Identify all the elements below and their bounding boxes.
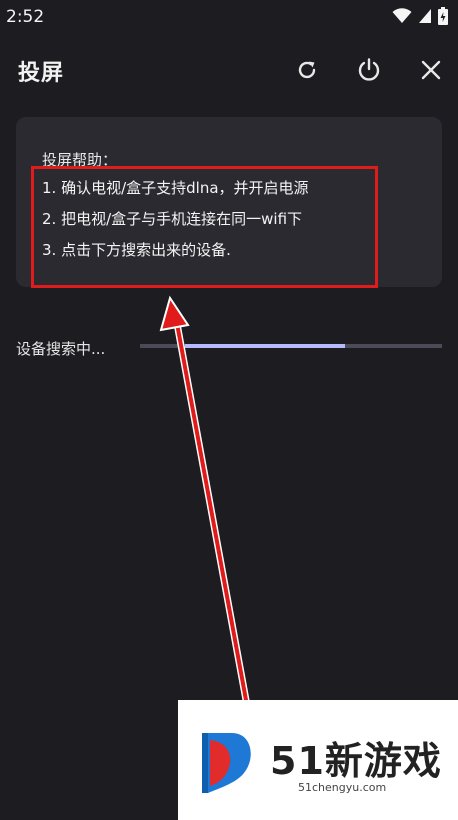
status-icons [392, 7, 448, 25]
watermark-site: 51chengyu.com [298, 781, 387, 794]
power-icon [358, 58, 380, 81]
search-status-label: 设备搜索中... [16, 340, 106, 358]
no-sim-icon [418, 8, 432, 24]
refresh-icon [298, 61, 316, 79]
highlight-annotation-box [31, 166, 378, 288]
close-button[interactable] [416, 55, 446, 85]
refresh-button[interactable] [292, 55, 322, 85]
battery-charging-icon [438, 7, 448, 25]
watermark-brand: 51新游戏 [270, 739, 442, 783]
page-title: 投屏 [18, 61, 65, 86]
watermark: 51新游戏 51chengyu.com [178, 700, 458, 820]
close-icon [421, 60, 441, 80]
status-bar: 2:52 [0, 0, 458, 34]
search-progress-fill [185, 344, 345, 348]
search-progress-bar [140, 344, 442, 348]
wifi-icon [392, 8, 412, 24]
site-logo-icon [202, 733, 251, 793]
app-header: 投屏 [0, 45, 458, 95]
status-time: 2:52 [6, 7, 45, 27]
power-button[interactable] [354, 55, 384, 85]
